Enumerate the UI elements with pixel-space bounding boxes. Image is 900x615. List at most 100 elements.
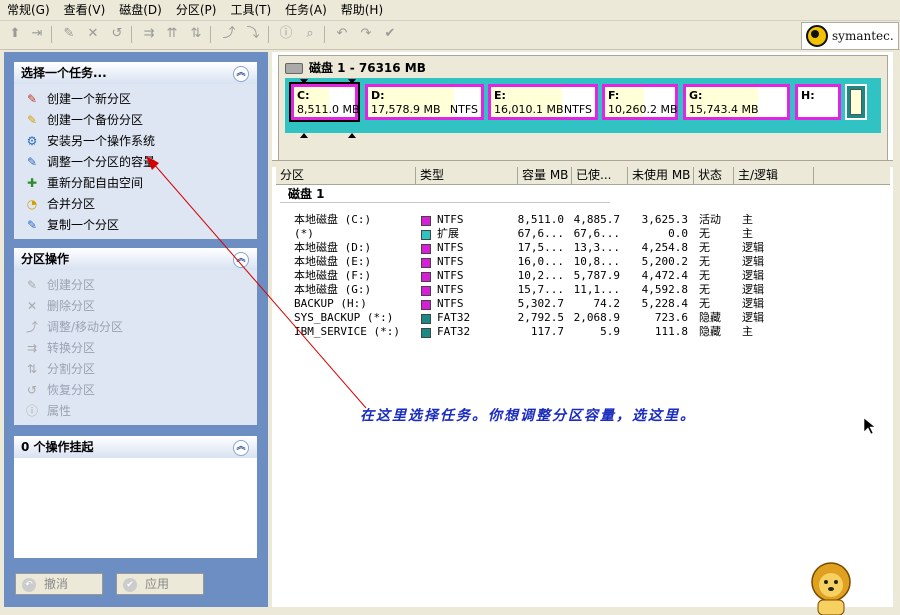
task-create-partition[interactable]: ✎ 创建一个新分区 xyxy=(14,88,257,109)
table-row[interactable]: 本地磁盘 (F:) NTFS 10,2... 5,787.9 4,472.4 无 逻辑 xyxy=(0,269,900,283)
menu-disk[interactable]: 磁盘(D) xyxy=(112,0,169,20)
op-undelete[interactable]: ↺ 恢复分区 xyxy=(14,379,257,400)
menu-partition[interactable]: 分区(P) xyxy=(169,0,224,20)
table-row[interactable]: BACKUP (H:) NTFS 5,302.7 74.2 5,228.4 无 逻辑 xyxy=(0,297,900,311)
task-install-os[interactable]: ⚙ 安装另一个操作系统 xyxy=(14,130,257,151)
cell-partition: 本地磁盘 (F:) xyxy=(294,269,372,282)
create-tool-icon[interactable]: ⬆ xyxy=(6,25,24,43)
col-primary-logical[interactable]: 主/逻辑 xyxy=(734,167,814,184)
partition-block-hidden[interactable] xyxy=(845,84,867,120)
apply-button[interactable]: ✔ 应用 xyxy=(116,573,204,595)
pending-panel-header[interactable]: 0 个操作挂起 ︽ xyxy=(14,436,257,458)
col-capacity[interactable]: 容量 MB xyxy=(518,167,572,184)
partition-block-h[interactable]: H: xyxy=(795,84,841,120)
task-redistribute-space[interactable]: ✚ 重新分配自由空间 xyxy=(14,172,257,193)
table-row[interactable]: (*) 扩展 67,6... 67,6... 0.0 无 主 xyxy=(0,227,900,241)
task-label: 合并分区 xyxy=(47,197,96,211)
install-os-icon: ⚙ xyxy=(26,133,38,148)
table-row[interactable]: IBM_SERVICE (*:) FAT32 117.7 5.9 111.8 隐藏 主 xyxy=(0,325,900,339)
splitter-bar[interactable] xyxy=(272,160,893,167)
collapse-chevron-icon[interactable]: ︽ xyxy=(233,440,249,456)
col-status[interactable]: 状态 xyxy=(694,167,734,184)
op-convert[interactable]: ⇉ 转换分区 xyxy=(14,337,257,358)
merge-tool-icon[interactable]: ⤵ xyxy=(244,25,262,43)
menu-tools[interactable]: 工具(T) xyxy=(223,0,278,20)
split-tool-icon[interactable]: ⇅ xyxy=(187,25,205,43)
cell-free: 5,200.2 xyxy=(641,255,688,268)
table-row[interactable]: 本地磁盘 (D:) NTFS 17,5... 13,3... 4,254.8 无 逻辑 xyxy=(0,241,900,255)
convert-tool-icon[interactable]: ⇉ xyxy=(140,25,158,43)
op-label: 分割分区 xyxy=(47,362,96,376)
partition-block-g[interactable]: G: 15,743.4 MB xyxy=(683,84,790,120)
cell-status: 无 xyxy=(699,283,710,296)
col-free[interactable]: 未使用 MB xyxy=(628,167,694,184)
table-row[interactable]: 本地磁盘 (E:) NTFS 16,0... 10,8... 5,200.2 无 逻辑 xyxy=(0,255,900,269)
task-label: 重新分配自由空间 xyxy=(47,176,144,190)
col-type[interactable]: 类型 xyxy=(416,167,518,184)
cell-primary-logical: 主 xyxy=(742,325,753,338)
col-filler xyxy=(814,167,890,184)
copy-tool-icon[interactable]: ⇈ xyxy=(163,25,181,43)
delete-partition-tool-icon[interactable]: ✕ xyxy=(84,25,102,43)
task-label: 创建一个备份分区 xyxy=(47,113,144,127)
undelete-tool-icon[interactable]: ↺ xyxy=(108,25,126,43)
cell-status: 无 xyxy=(699,227,710,240)
cell-partition: (*) xyxy=(294,227,314,240)
partition-block-e[interactable]: E: 16,010.1 MB NTFS xyxy=(488,84,598,120)
op-properties[interactable]: ⓘ 属性 xyxy=(14,400,257,421)
tasks-panel-header[interactable]: 选择一个任务... ︽ xyxy=(14,62,257,84)
cell-free: 3,625.3 xyxy=(641,213,688,226)
table-row[interactable]: 本地磁盘 (G:) NTFS 15,7... 11,1... 4,592.8 无 逻辑 xyxy=(0,283,900,297)
col-used[interactable]: 已使... xyxy=(572,167,628,184)
task-merge-partitions[interactable]: ◔ 合并分区 xyxy=(14,193,257,214)
partition-letter: D: xyxy=(371,89,385,102)
partition-block-c[interactable]: C: 8,511.0 MB xyxy=(289,82,360,122)
task-create-backup[interactable]: ✎ 创建一个备份分区 xyxy=(14,109,257,130)
merge-partitions-icon: ◔ xyxy=(26,196,38,211)
menu-general[interactable]: 常规(G) xyxy=(0,0,57,20)
search-tool-icon[interactable]: ⌕ xyxy=(301,25,319,43)
selection-marker-icon xyxy=(348,133,356,138)
menu-tasks[interactable]: 任务(A) xyxy=(278,0,334,20)
partition-block-f[interactable]: F: 10,260.2 MB xyxy=(602,84,678,120)
menu-help[interactable]: 帮助(H) xyxy=(334,0,390,20)
cell-partition: 本地磁盘 (C:) xyxy=(294,213,372,226)
resize-tool-icon[interactable]: ✎ xyxy=(60,25,78,43)
cell-capacity: 8,511.0 xyxy=(517,213,564,226)
undo-button[interactable]: ↶ 撤消 xyxy=(15,573,103,595)
cell-type: NTFS xyxy=(437,241,464,254)
cell-partition: 本地磁盘 (D:) xyxy=(294,241,372,254)
lion-mascot-icon xyxy=(811,562,851,615)
col-partition[interactable]: 分区 xyxy=(276,167,416,184)
hard-disk-icon xyxy=(285,63,303,74)
redo-tool-icon[interactable]: ↷ xyxy=(357,25,375,43)
cell-type: FAT32 xyxy=(437,325,471,338)
info-tool-icon[interactable]: ⓘ xyxy=(277,25,295,43)
partition-block-d[interactable]: D: 17,578.9 MB NTFS xyxy=(365,84,484,120)
redistribute-space-icon: ✚ xyxy=(26,175,38,190)
undo-tool-icon[interactable]: ↶ xyxy=(333,25,351,43)
split-icon: ⇅ xyxy=(26,361,38,376)
op-split[interactable]: ⇅ 分割分区 xyxy=(14,358,257,379)
delete-tool-icon[interactable]: ⇥ xyxy=(28,25,46,43)
cell-type: 扩展 xyxy=(437,227,459,240)
cell-used: 4,885.7 xyxy=(573,213,620,226)
collapse-chevron-icon[interactable]: ︽ xyxy=(233,66,249,82)
disk-group-label: 磁盘 1 xyxy=(288,187,325,201)
menu-view[interactable]: 查看(V) xyxy=(57,0,113,20)
cell-capacity: 16,0... xyxy=(517,255,564,268)
fs-color-swatch xyxy=(421,216,431,226)
apply-tool-icon[interactable]: ✔ xyxy=(381,25,399,43)
fs-color-swatch xyxy=(421,258,431,268)
cell-free: 111.8 xyxy=(654,325,688,338)
tasks-panel-title: 选择一个任务... xyxy=(21,66,107,80)
cell-capacity: 17,5... xyxy=(517,241,564,254)
fs-color-swatch xyxy=(421,314,431,324)
table-row[interactable]: 本地磁盘 (C:) NTFS 8,511.0 4,885.7 3,625.3 活动 主 xyxy=(0,213,900,227)
pending-ops-panel: 0 个操作挂起 ︽ xyxy=(14,436,257,558)
task-resize-partition[interactable]: ✎ 调整一个分区的容量 xyxy=(14,151,257,172)
cell-primary-logical: 逻辑 xyxy=(742,283,764,296)
task-label: 安装另一个操作系统 xyxy=(47,134,156,148)
move-tool-icon[interactable]: ⤴ xyxy=(220,25,238,43)
table-row[interactable]: SYS_BACKUP (*:) FAT32 2,792.5 2,068.9 723.6 隐… xyxy=(0,311,900,325)
